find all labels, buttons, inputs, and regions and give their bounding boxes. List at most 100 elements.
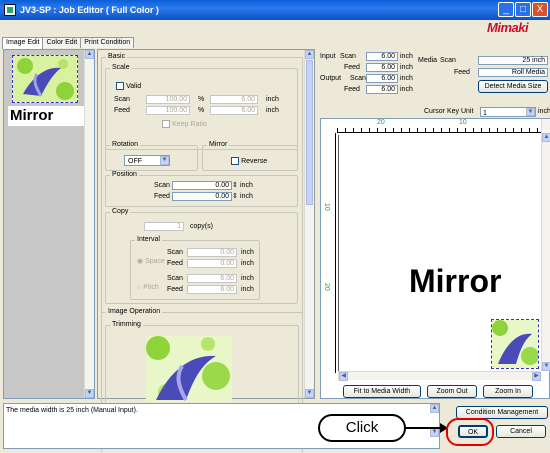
thumbnail-scrollbar[interactable]: ▲ ▼ <box>84 50 94 398</box>
app-icon <box>4 4 16 16</box>
position-group: Position Scan Feed 0.00 0.00 ⇕ ⇕ inch in… <box>105 171 298 207</box>
inch-unit: inch <box>240 182 253 189</box>
scale-feed-inch-field[interactable]: 6.00 <box>210 106 258 115</box>
copy-group: Copy 1 copy(s) Interval ◉ Space ○ Pitch … <box>105 208 298 304</box>
minimize-button[interactable]: _ <box>498 2 514 17</box>
space-feed-field[interactable]: 0.00 <box>187 259 237 268</box>
output-label: Output <box>320 75 342 82</box>
preview-image[interactable] <box>491 319 539 369</box>
scale-scan-inch-field[interactable]: 6.00 <box>210 95 258 104</box>
tab-image-edit[interactable]: Image Edit <box>2 37 44 49</box>
inch-unit: inch <box>241 249 254 256</box>
inch-unit: inch <box>400 53 413 60</box>
scroll-down-icon[interactable]: ▼ <box>85 389 94 398</box>
scroll-left-icon[interactable]: ◀ <box>339 372 348 381</box>
media-label: Media <box>418 57 438 64</box>
output-scan-label: Scan <box>350 75 366 82</box>
interval-title: Interval <box>135 236 162 243</box>
size-info: Input Output Scan Feed Scan Feed 6.00 6.… <box>318 49 550 101</box>
fit-to-media-width-button[interactable]: Fit to Media Width <box>343 385 421 398</box>
scroll-up-icon[interactable]: ▲ <box>542 133 550 142</box>
output-feed-value: 6.00 <box>366 85 398 94</box>
scroll-right-icon[interactable]: ▶ <box>532 372 541 381</box>
settings-panel: Basic Scale Valid Scan Feed 100.00 100.0… <box>97 49 315 453</box>
preview-h-scrollbar[interactable]: ◀ ▶ <box>338 371 541 381</box>
thumbnail-image[interactable] <box>12 55 78 103</box>
vertical-ruler: 10 20 <box>321 133 336 373</box>
inch-unit: inch <box>240 193 253 200</box>
close-button[interactable]: X <box>532 2 548 17</box>
scale-scan-percent-field[interactable]: 100.00 <box>146 95 190 104</box>
tab-color-edit[interactable]: Color Edit <box>42 37 82 48</box>
position-scan-label: Scan <box>154 182 170 189</box>
brand-logo: Mimaki <box>487 20 529 35</box>
scale-feed-percent-field[interactable]: 100.00 <box>146 106 190 115</box>
scroll-down-icon[interactable]: ▼ <box>305 389 314 398</box>
rotation-select[interactable]: OFF ▼ <box>124 155 170 166</box>
basic-title: Basic <box>106 53 128 60</box>
preview-area[interactable]: 20 10 10 20 Mirror ▲ ▼ ◀ ▶ Fit to Media … <box>320 118 550 399</box>
space-scan-label: Scan <box>167 249 183 256</box>
window-title: JV3-SP : Job Editor ( Full Color ) <box>20 5 159 15</box>
percent-unit: % <box>198 96 205 103</box>
position-scan-field[interactable]: 0.00 <box>172 181 232 190</box>
input-feed-label: Feed <box>344 64 360 71</box>
position-feed-label: Feed <box>154 193 170 200</box>
input-scan-label: Scan <box>340 53 356 60</box>
click-callout: Click <box>318 414 406 442</box>
space-scan-field[interactable]: 0.00 <box>187 248 237 257</box>
copy-count-field[interactable]: 1 <box>144 222 184 231</box>
zoom-in-button[interactable]: Zoom In <box>483 385 533 398</box>
thumbnail-list[interactable]: Mirror ▲ ▼ <box>3 49 95 399</box>
horizontal-ruler: 20 10 <box>337 119 541 133</box>
detect-media-size-button[interactable]: Detect Media Size <box>478 80 548 93</box>
pitch-scan-field[interactable]: 6.00 <box>187 274 237 283</box>
pitch-feed-field[interactable]: 6.00 <box>187 285 237 294</box>
chevron-down-icon[interactable]: ▼ <box>160 156 169 165</box>
keep-ratio-checkbox[interactable]: Keep Ratio <box>162 119 207 129</box>
dolphin-trim-icon <box>146 336 232 402</box>
ruler-mark: 10 <box>459 119 467 126</box>
tab-print-condition[interactable]: Print Condition <box>80 37 135 48</box>
ruler-mark: 20 <box>377 119 385 126</box>
zoom-out-button[interactable]: Zoom Out <box>427 385 477 398</box>
pitch-feed-label: Feed <box>167 286 183 293</box>
ruler-mark: 20 <box>323 283 330 291</box>
media-canvas[interactable]: Mirror <box>338 135 541 371</box>
title-bar: JV3-SP : Job Editor ( Full Color ) <box>0 0 550 20</box>
inch-unit: inch <box>266 107 279 114</box>
rotation-title: Rotation <box>110 141 141 148</box>
maximize-button[interactable]: □ <box>515 2 531 17</box>
scroll-up-icon[interactable]: ▲ <box>85 50 94 59</box>
preview-v-scrollbar[interactable]: ▲ ▼ <box>541 119 550 371</box>
settings-scrollbar[interactable]: ▲ ▼ <box>304 50 314 398</box>
reverse-checkbox[interactable]: Reverse <box>231 156 267 166</box>
pitch-radio[interactable]: ○ Pitch <box>137 284 159 291</box>
scale-title: Scale <box>110 64 132 71</box>
scroll-up-icon[interactable]: ▲ <box>305 50 314 59</box>
mirror-group: Mirror Reverse <box>202 141 298 171</box>
cursor-key-select[interactable]: 1 ▼ <box>480 107 536 117</box>
position-feed-field[interactable]: 0.00 <box>172 192 232 201</box>
spinner-icon[interactable]: ⇕ <box>232 181 238 189</box>
media-scan-label: Scan <box>440 57 456 64</box>
rotation-group: Rotation OFF ▼ <box>105 141 198 171</box>
scroll-down-icon[interactable]: ▼ <box>542 362 550 371</box>
spinner-icon[interactable]: ⇕ <box>232 192 238 200</box>
tab-strip: Image Edit Color Edit Print Condition <box>2 37 135 49</box>
scroll-thumb[interactable] <box>306 60 313 205</box>
space-radio[interactable]: ◉ Space <box>137 257 165 265</box>
pitch-scan-label: Scan <box>167 275 183 282</box>
input-label: Input <box>320 53 336 60</box>
media-feed-value: Roll Media <box>478 68 548 77</box>
preview-mirror-text: Mirror <box>409 263 502 299</box>
cursor-key-label: Cursor Key Unit <box>424 108 474 115</box>
chevron-down-icon[interactable]: ▼ <box>526 108 535 116</box>
trimming-preview[interactable] <box>146 336 232 402</box>
inch-unit: inch <box>241 260 254 267</box>
valid-checkbox[interactable]: Valid <box>116 81 141 91</box>
output-feed-label: Feed <box>344 86 360 93</box>
scroll-up-icon[interactable]: ▲ <box>430 404 439 413</box>
output-scan-value: 6.00 <box>366 74 398 83</box>
cancel-button[interactable]: Cancel <box>496 425 546 438</box>
